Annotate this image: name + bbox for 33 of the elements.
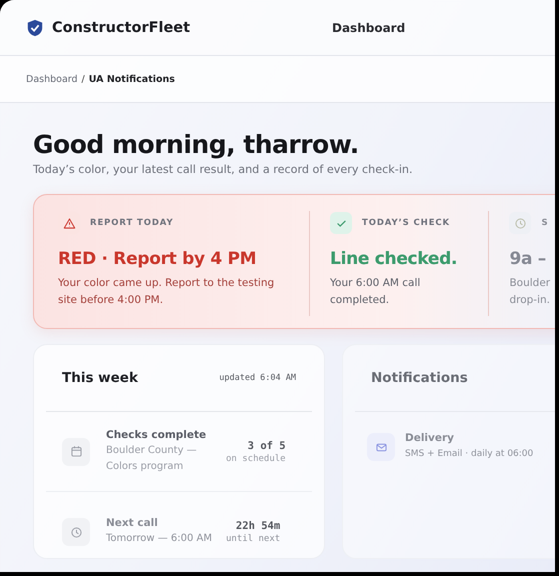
- updated-time: updated 6:04 AM: [219, 373, 296, 383]
- breadcrumb-link[interactable]: Dashboard: [26, 74, 78, 84]
- warning-icon: [62, 216, 76, 230]
- breadcrumb-separator: /: [82, 74, 85, 84]
- card-title: This week: [62, 370, 138, 386]
- row-note: until next: [226, 534, 280, 544]
- row-detail: Tomorrow — 6:00 AM: [106, 532, 213, 546]
- nav-link[interactable]: Dashboard: [332, 20, 406, 34]
- row-title: Next call: [106, 517, 159, 529]
- status-detail: Boulder drop-in.: [509, 276, 552, 308]
- status-detail: Your color came up. Report to the testing site before 4:00 PM.: [58, 276, 276, 308]
- status-label: TODAY’S CHECK: [362, 218, 450, 228]
- brand-name[interactable]: ConstructorFleet: [52, 20, 332, 36]
- clock-icon: [70, 526, 82, 538]
- row-value: 3 of 5: [246, 440, 286, 452]
- row-title: Checks complete: [106, 428, 208, 440]
- shield-check-icon: [26, 18, 44, 38]
- row-title: Delivery: [405, 432, 456, 444]
- row-detail: Boulder County — Colors program: [106, 444, 198, 474]
- status-headline: 9a –: [509, 249, 547, 269]
- card-title: Notifications: [371, 370, 468, 386]
- breadcrumb-current: UA Notifications: [88, 74, 175, 84]
- row-detail: SMS + Email · daily at 06:00: [405, 448, 534, 461]
- clock-icon: [514, 216, 527, 230]
- calendar-icon: [70, 445, 82, 458]
- greeting-subtitle: Today’s color, your latest call result, and a record of every check-in.: [33, 163, 414, 176]
- row-value: 22h 54m: [234, 520, 280, 532]
- status-label: REPORT TODAY: [90, 218, 174, 228]
- status-label: S: [541, 218, 548, 228]
- status-detail: Your 6:00 AM call completed.: [330, 276, 422, 308]
- greeting-title: Good morning, tharrow.: [33, 130, 360, 159]
- row-note: on schedule: [226, 454, 286, 464]
- status-headline: RED · Report by 4 PM: [58, 249, 258, 269]
